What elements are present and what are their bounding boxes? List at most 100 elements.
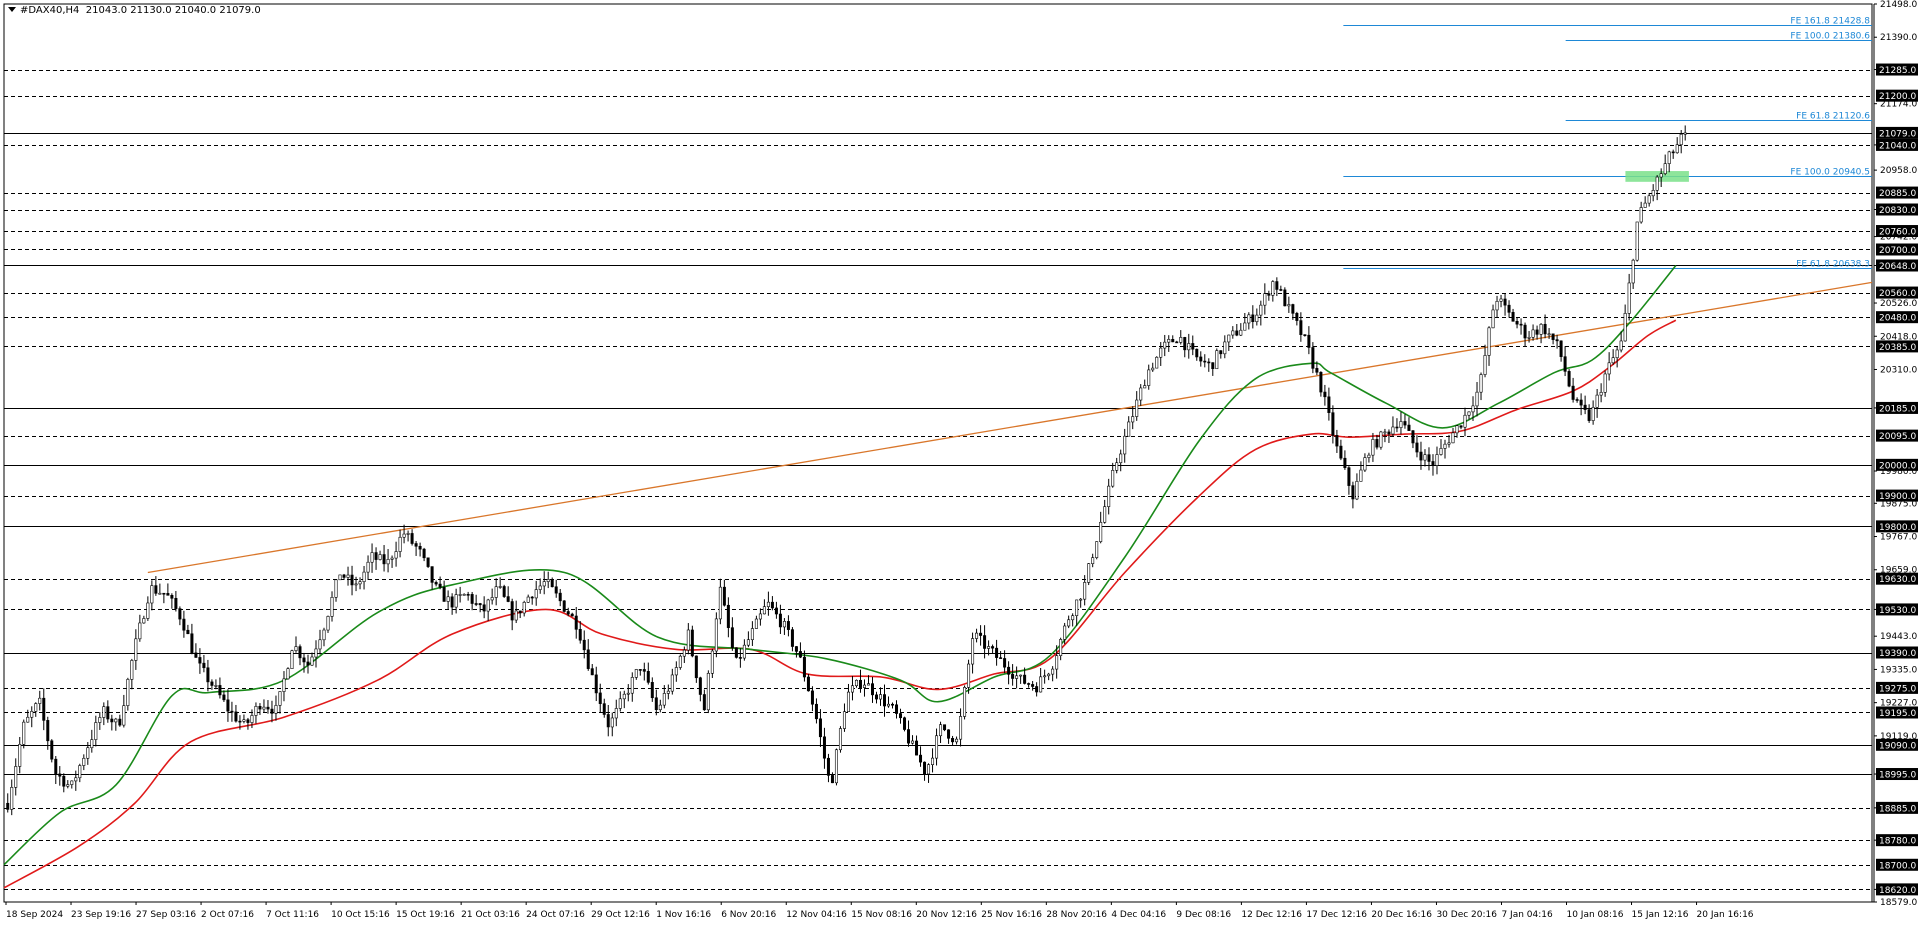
- candle: [186, 624, 190, 635]
- candle-up: [1271, 281, 1275, 296]
- candle-up: [1063, 625, 1067, 640]
- candle: [210, 679, 214, 690]
- candle: [1503, 293, 1507, 316]
- candle-up: [1651, 190, 1655, 197]
- candle-up: [686, 629, 690, 651]
- candle: [418, 542, 422, 557]
- candle-down: [270, 708, 274, 714]
- candle-down: [734, 647, 738, 658]
- candle-down: [698, 677, 702, 695]
- candle-down: [590, 668, 594, 676]
- time-label-17: 4 Dec 04:16: [1111, 910, 1166, 920]
- level-label-26: 18700.0: [1879, 861, 1916, 871]
- candle: [826, 753, 830, 783]
- candle-up: [1475, 391, 1479, 407]
- price-label-26: 18579.0: [1880, 898, 1917, 908]
- candle-up: [1051, 668, 1055, 675]
- candle-down: [174, 597, 178, 609]
- candle: [278, 691, 282, 714]
- candle-down: [1199, 356, 1203, 362]
- candle-up: [10, 787, 14, 810]
- price-label-9: 20526.0: [1880, 299, 1917, 309]
- candle-up: [766, 601, 770, 607]
- candle-up: [1087, 563, 1091, 583]
- candle-up: [134, 638, 138, 661]
- candle-up: [1135, 399, 1139, 417]
- candle-up: [1615, 349, 1619, 358]
- candle: [1643, 196, 1647, 208]
- candle-up: [1435, 454, 1439, 466]
- candle: [642, 662, 646, 681]
- candle: [1163, 334, 1167, 357]
- candle: [606, 704, 610, 737]
- candle-down: [466, 594, 470, 596]
- candle-down: [638, 669, 642, 671]
- candle-down: [1519, 323, 1523, 326]
- price-axis: 21498.021390.021285.021174.021040.020958…: [1874, 0, 1918, 908]
- candle: [1483, 344, 1487, 378]
- candle: [1599, 383, 1603, 403]
- candle: [98, 712, 102, 730]
- candle: [1639, 201, 1643, 224]
- candle: [1627, 273, 1631, 321]
- candle-down: [450, 596, 454, 608]
- candle-up: [750, 628, 754, 641]
- candle-down: [438, 583, 442, 588]
- candle-up: [158, 592, 162, 595]
- candle-down: [1219, 350, 1223, 355]
- candle-down: [1279, 289, 1283, 291]
- candle: [1611, 349, 1615, 365]
- candle-up: [1255, 314, 1259, 323]
- candle-up: [1067, 619, 1071, 627]
- price-chart-svg[interactable]: FE 161.8 21428.8 FE 100.0 21380.6 FE 61.8 …: [0, 0, 1920, 927]
- candle: [1015, 666, 1019, 689]
- candle: [374, 547, 378, 570]
- level-label-1: 21200.0: [1879, 92, 1916, 102]
- candle-down: [999, 657, 1003, 659]
- candle: [1019, 674, 1023, 684]
- candle-down: [774, 607, 778, 615]
- candle-down: [422, 548, 426, 559]
- candle: [1563, 346, 1567, 377]
- candle: [1267, 290, 1271, 301]
- candle-up: [130, 660, 134, 680]
- candle: [126, 677, 130, 711]
- candle: [22, 719, 26, 749]
- level-label-27: 18620.0: [1879, 886, 1916, 896]
- candle-down: [298, 646, 302, 659]
- candle: [326, 615, 330, 633]
- candle: [562, 600, 566, 613]
- candle: [430, 566, 434, 590]
- candle: [346, 566, 350, 586]
- price-label-18: 19443.0: [1880, 632, 1917, 642]
- candle-up: [1627, 282, 1631, 314]
- candle-down: [722, 586, 726, 606]
- candle: [1651, 184, 1655, 202]
- candle-up: [1287, 304, 1291, 307]
- candle-down: [62, 775, 66, 787]
- candle: [1395, 418, 1399, 433]
- candle: [1223, 335, 1227, 359]
- candle: [1459, 425, 1463, 430]
- candle-up: [362, 571, 366, 582]
- candle: [947, 729, 951, 744]
- candle-down: [1555, 339, 1559, 342]
- time-label-20: 17 Dec 12:16: [1306, 910, 1367, 920]
- candle-up: [282, 678, 286, 692]
- chart-area[interactable]: FE 161.8 21428.8 FE 100.0 21380.6 FE 61.8 …: [0, 0, 1920, 927]
- candle-up: [1259, 304, 1263, 316]
- candle: [406, 530, 410, 542]
- candle: [146, 596, 150, 621]
- candle: [1207, 358, 1211, 372]
- candle-down: [1195, 348, 1199, 358]
- candle-down: [206, 667, 210, 683]
- candle-up: [1619, 340, 1623, 351]
- candle-up: [526, 596, 530, 603]
- candle-up: [862, 684, 866, 688]
- candle: [410, 529, 414, 546]
- candle-down: [1671, 151, 1675, 154]
- candle-down: [979, 632, 983, 636]
- candle-down: [891, 703, 895, 706]
- candle-up: [754, 618, 758, 629]
- candle-up: [1455, 425, 1459, 434]
